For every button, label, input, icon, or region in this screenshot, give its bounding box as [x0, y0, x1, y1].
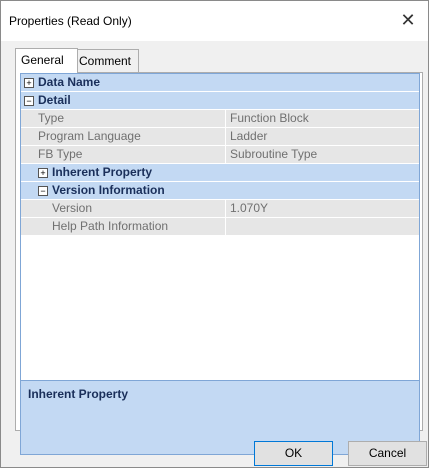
title-bar: Properties (Read Only) ✕: [1, 1, 428, 41]
property-value: Subroutine Type: [230, 147, 318, 161]
property-row-program-language[interactable]: Program Language Ladder: [21, 128, 419, 146]
category-label: Inherent Property: [52, 165, 153, 179]
property-row-version[interactable]: Version 1.070Y: [21, 200, 419, 218]
property-value: Ladder: [230, 129, 268, 143]
collapse-icon[interactable]: −: [24, 96, 34, 106]
property-row-help-path[interactable]: Help Path Information: [21, 218, 419, 236]
window-title: Properties (Read Only): [9, 14, 132, 28]
expand-icon[interactable]: +: [38, 168, 48, 178]
ok-button[interactable]: OK: [254, 441, 333, 466]
property-label: FB Type: [38, 147, 83, 161]
category-detail[interactable]: − Detail: [21, 92, 419, 110]
property-row-fb-type[interactable]: FB Type Subroutine Type: [21, 146, 419, 164]
property-grid: + Data Name − Detail Type Function Block…: [20, 73, 420, 381]
column-divider: [225, 146, 226, 163]
description-title: Inherent Property: [28, 387, 129, 401]
property-value: Function Block: [230, 111, 309, 125]
category-data-name[interactable]: + Data Name: [21, 74, 419, 92]
expand-icon[interactable]: +: [24, 78, 34, 88]
property-row-type[interactable]: Type Function Block: [21, 110, 419, 128]
column-divider: [225, 200, 226, 217]
collapse-icon[interactable]: −: [38, 186, 48, 196]
column-divider: [225, 110, 226, 127]
category-label: Version Information: [52, 183, 165, 197]
close-icon[interactable]: ✕: [388, 1, 428, 41]
column-divider: [225, 218, 226, 235]
property-value: 1.070Y: [230, 201, 269, 215]
category-inherent-property[interactable]: + Inherent Property: [21, 164, 419, 182]
category-label: Data Name: [38, 75, 101, 89]
properties-dialog: Properties (Read Only) ✕ General Comment…: [0, 0, 429, 468]
property-label: Type: [38, 111, 65, 125]
tab-comment[interactable]: Comment: [73, 49, 139, 72]
category-label: Detail: [38, 93, 71, 107]
property-label: Version: [52, 201, 93, 215]
general-panel: + Data Name − Detail Type Function Block…: [15, 72, 423, 455]
tab-general[interactable]: General: [15, 48, 78, 73]
cancel-button[interactable]: Cancel: [348, 441, 427, 466]
column-divider: [225, 128, 226, 145]
property-label: Program Language: [38, 129, 141, 143]
property-label: Help Path Information: [52, 219, 169, 233]
category-version-information[interactable]: − Version Information: [21, 182, 419, 200]
